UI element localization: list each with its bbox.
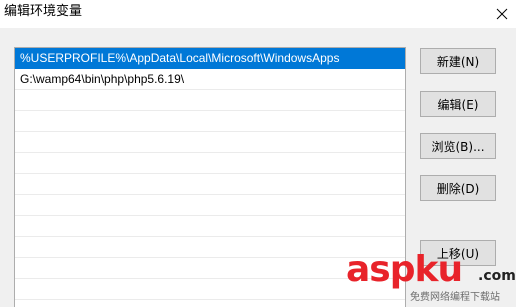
list-row-empty[interactable] [15,237,405,258]
list-row-empty[interactable] [15,153,405,174]
list-row-empty[interactable] [15,90,405,111]
list-row-empty[interactable] [15,195,405,216]
watermark-suffix: .com [478,268,516,284]
close-icon [496,8,508,20]
list-row-empty[interactable] [15,300,405,307]
dialog-title: 编辑环境变量 [4,4,83,19]
close-button[interactable] [488,0,516,28]
edit-env-var-dialog: 编辑环境变量 %USERPROFILE%\AppData\Local\Micro… [0,0,516,307]
list-row-empty[interactable] [15,216,405,237]
path-list[interactable]: %USERPROFILE%\AppData\Local\Microsoft\Wi… [14,47,406,307]
new-button[interactable]: 新建(N) [420,48,496,74]
title-bar: 编辑环境变量 [0,0,516,28]
list-row-empty[interactable] [15,132,405,153]
move-up-button[interactable]: 上移(U) [420,240,496,266]
list-row-empty[interactable] [15,258,405,279]
edit-button[interactable]: 编辑(E) [420,91,496,117]
list-row-empty[interactable] [15,279,405,300]
watermark-subtitle: 免费网络编程下载站 [410,292,500,303]
browse-button[interactable]: 浏览(B)... [420,133,496,159]
list-row-empty[interactable] [15,111,405,132]
list-item[interactable]: G:\wamp64\bin\php\php5.6.19\ [15,69,405,90]
list-item[interactable]: %USERPROFILE%\AppData\Local\Microsoft\Wi… [15,48,405,69]
list-row-empty[interactable] [15,174,405,195]
delete-button[interactable]: 删除(D) [420,175,496,201]
